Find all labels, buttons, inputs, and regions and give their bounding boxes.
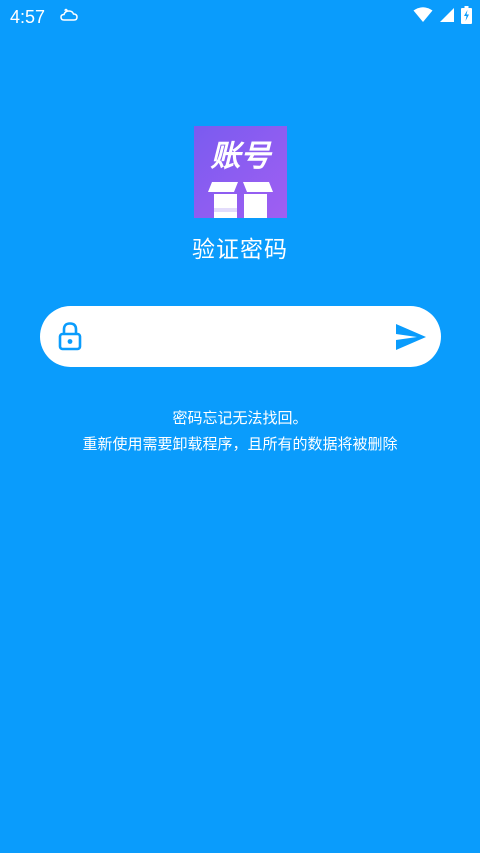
cloud-sync-icon [60,8,80,24]
lock-icon [58,321,82,351]
page-title: 验证密码 [192,237,288,263]
cell-signal-icon [439,7,455,27]
status-time: 4:57 [10,7,46,27]
send-icon [396,324,426,350]
status-indicators [413,6,472,28]
battery-charging-icon [461,6,472,28]
app-logo: 账号 [194,126,287,218]
send-button[interactable] [395,322,427,352]
hint-line-2: 重新使用需要卸载程序，且所有的数据将被删除 [82,435,398,453]
password-bar [40,306,441,367]
password-input[interactable] [100,316,370,357]
status-bar: 4:57 [0,0,480,34]
wifi-icon [413,7,433,27]
app-logo-text: 账号 [211,139,273,174]
hint-line-1: 密码忘记无法找回。 [172,409,308,427]
